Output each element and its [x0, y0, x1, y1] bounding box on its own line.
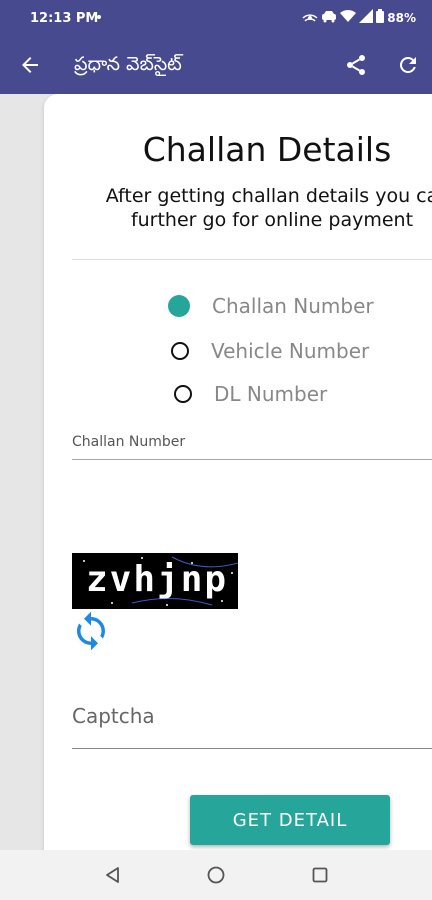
app-bar-title: ప్రధాన వెబ్‌సైట్ — [74, 53, 182, 75]
app-bar: ప్రధాన వెబ్‌సైట్ — [0, 36, 432, 94]
challan-number-input[interactable] — [72, 459, 432, 460]
captcha-refresh-icon[interactable] — [70, 610, 112, 652]
captcha-input-underline — [72, 748, 432, 749]
radio-dl-number[interactable]: DL Number — [174, 382, 327, 406]
nav-recents-icon[interactable] — [310, 865, 330, 885]
radio-button[interactable] — [174, 385, 192, 403]
web-content: Challan Details After getting challan de… — [0, 94, 432, 850]
radio-label: Challan Number — [212, 294, 374, 318]
challan-card: Challan Details After getting challan de… — [44, 94, 432, 850]
nav-back-icon[interactable] — [103, 865, 123, 885]
radio-challan-number[interactable]: Challan Number — [168, 294, 374, 318]
radio-vehicle-number[interactable]: Vehicle Number — [171, 339, 369, 363]
status-time: 12:13 PM — [30, 11, 99, 26]
captcha-text: zvhjnp — [86, 559, 229, 600]
nav-home-icon[interactable] — [206, 865, 226, 885]
radio-button[interactable] — [171, 342, 189, 360]
battery-percent: 88% — [387, 11, 416, 25]
car-icon — [321, 9, 337, 28]
radio-label: Vehicle Number — [211, 339, 370, 363]
notification-dot — [97, 15, 101, 19]
refresh-icon[interactable] — [396, 53, 420, 77]
radio-label: DL Number — [214, 382, 328, 406]
captcha-input[interactable]: Captcha — [72, 704, 155, 728]
get-detail-button[interactable]: GET DETAIL — [190, 795, 390, 845]
hotspot-icon — [302, 9, 318, 28]
wifi-icon — [340, 9, 357, 28]
signal-icon — [359, 8, 374, 28]
challan-number-label: Challan Number — [72, 434, 186, 450]
radio-button-selected[interactable] — [168, 295, 190, 317]
captcha-image: zvhjnp — [72, 553, 238, 609]
divider — [72, 259, 432, 260]
subtitle-line-2: further go for online payment — [130, 209, 414, 231]
back-arrow-icon[interactable] — [18, 53, 42, 77]
page-title: Challan Details — [142, 130, 392, 169]
status-bar: 12:13 PM 88% — [0, 0, 432, 36]
share-icon[interactable] — [344, 53, 368, 77]
status-icons: 88% — [302, 8, 416, 28]
page-subtitle: After getting challan details you ca fur… — [82, 184, 432, 232]
subtitle-line-1: After getting challan details you ca — [105, 185, 432, 207]
system-nav-bar — [0, 850, 432, 900]
battery-icon — [376, 8, 385, 28]
